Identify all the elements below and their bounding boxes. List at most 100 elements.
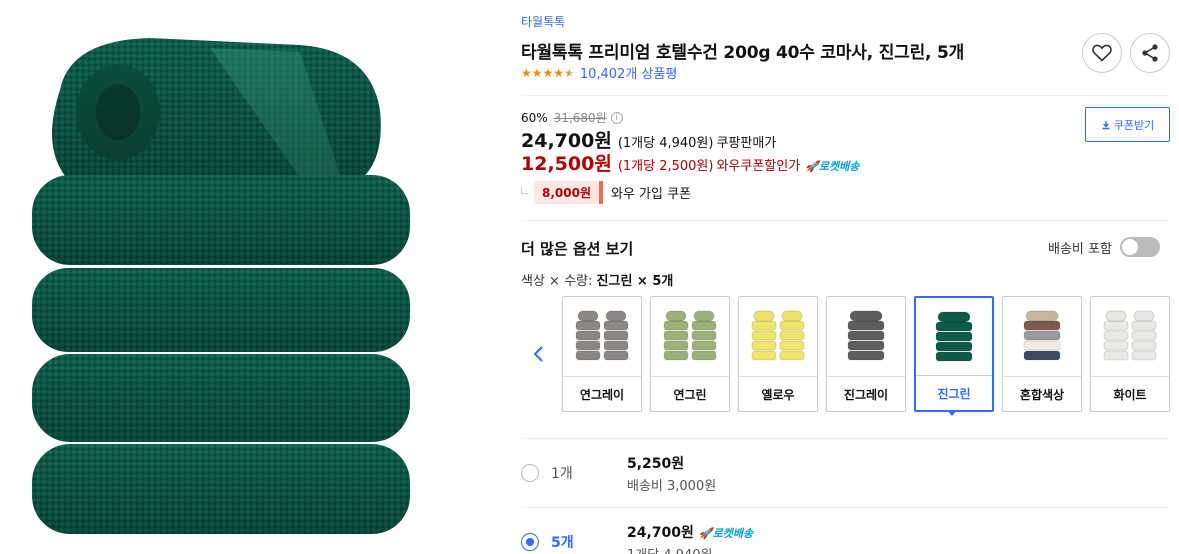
towel-fold: [847, 330, 885, 341]
towel-thumbnail-icon: [575, 310, 629, 361]
divider: [521, 95, 1169, 96]
towel-fold: [691, 350, 717, 361]
wow-price-row: 12,500원 (1개당 2,500원) 와우쿠폰할인가 🚀로켓배송: [521, 149, 859, 176]
wow-unit-price: (1개당 2,500원): [617, 159, 714, 174]
swatch-label: 옐로우: [739, 376, 817, 411]
wishlist-button[interactable]: [1082, 33, 1122, 73]
quantity-sub-info: 1개당 4,940원: [627, 544, 713, 554]
swatch-thumbnail: [739, 297, 817, 377]
towel-fold: [1131, 320, 1157, 331]
quantity-radio[interactable]: [521, 464, 539, 482]
share-button[interactable]: [1130, 33, 1170, 73]
towel-roll: [849, 310, 883, 322]
discount-row: 60% 31,680원 i: [521, 109, 623, 126]
towel-roll: [937, 311, 971, 323]
towel-fold: [691, 320, 717, 331]
toggle-knob: [1121, 239, 1138, 255]
swatch-option[interactable]: 진그레이: [826, 296, 906, 412]
towel-fold: [847, 350, 885, 361]
info-icon[interactable]: i: [610, 111, 623, 124]
divider: [521, 438, 1169, 439]
swatch-thumbnail: [916, 298, 992, 378]
quantity-price-value: 24,700원: [627, 525, 694, 541]
towel-fold: [1023, 330, 1061, 341]
towel-fold: [1131, 340, 1157, 351]
rocket-delivery-badge: 🚀로켓배송: [805, 158, 859, 174]
shipping-toggle[interactable]: [1119, 237, 1160, 257]
download-coupon-button[interactable]: 쿠폰받기: [1085, 107, 1170, 142]
towel-fold: [847, 340, 885, 351]
swatch-option[interactable]: 연그레이: [562, 296, 642, 412]
divider: [521, 220, 1169, 221]
towel-fold: [575, 330, 601, 341]
tree-connector: [521, 187, 528, 194]
review-count-link[interactable]: 10,402개 상품평: [580, 63, 677, 82]
towel-fold: [1023, 320, 1061, 331]
quantity-label: 5개: [551, 535, 574, 551]
original-price: 31,680원: [553, 111, 607, 125]
towel-stack-image: [32, 38, 410, 534]
swatch-option[interactable]: 화이트: [1090, 296, 1170, 412]
star-icon: ★: [521, 65, 532, 80]
towel-fold: [691, 340, 717, 351]
quantity-price-value: 5,250원: [627, 456, 685, 472]
towel-fold: [847, 320, 885, 331]
swatch-label: 혼합색상: [1003, 376, 1081, 411]
swatch-option[interactable]: 진그린: [914, 296, 994, 412]
swatch-label: 연그린: [651, 376, 729, 411]
towel-fold: [779, 330, 805, 341]
swatch-label: 진그레이: [827, 376, 905, 411]
towel-roll: [781, 310, 803, 322]
towel-fold: [1131, 350, 1157, 361]
divider: [521, 507, 1169, 508]
swatch-thumbnail: [827, 297, 905, 377]
towel-fold: [603, 350, 629, 361]
towel-roll: [577, 310, 599, 322]
product-image[interactable]: [0, 0, 440, 554]
quantity-radio[interactable]: [521, 533, 539, 551]
quantity-price: 5,250원: [627, 453, 684, 473]
rating-row[interactable]: ★ ★ ★ ★ ★ 10,402개 상품평: [521, 63, 677, 83]
towel-fold: [691, 330, 717, 341]
selected-option-prefix: 색상 × 수량:: [521, 274, 593, 289]
rocket-badge-text: 로켓배송: [712, 527, 754, 540]
quantity-price: 24,700원 🚀로켓배송: [627, 522, 753, 542]
swatch-prev-button[interactable]: [528, 340, 548, 368]
swatch-option[interactable]: 혼합색상: [1002, 296, 1082, 412]
towel-thumbnail-icon: [751, 310, 805, 361]
towel-fold: [751, 340, 777, 351]
download-coupon-label: 쿠폰받기: [1113, 118, 1155, 132]
rocket-delivery-badge: 🚀로켓배송: [699, 527, 753, 540]
product-title: 타월톡톡 프리미엄 호텔수건 200g 40수 코마사, 진그린, 5개: [521, 43, 965, 63]
towel-fold: [1103, 350, 1129, 361]
brand-link[interactable]: 타월톡톡: [521, 13, 565, 30]
towel-roll: [753, 310, 775, 322]
discount-rate: 60%: [521, 110, 548, 125]
towel-roll: [693, 310, 715, 322]
towel-fold: [779, 320, 805, 331]
towel-fold: [935, 341, 973, 352]
selected-option-summary: 색상 × 수량: 진그린 × 5개: [521, 270, 673, 289]
swatch-label: 화이트: [1091, 376, 1169, 411]
towel-fold: [751, 320, 777, 331]
rating-stars: ★ ★ ★ ★ ★: [521, 67, 575, 79]
towel-fold: [575, 320, 601, 331]
swatch-option[interactable]: 옐로우: [738, 296, 818, 412]
shipping-toggle-group: 배송비 포함: [1048, 237, 1160, 257]
towel-fold: [779, 350, 805, 361]
towel-fold: [1131, 330, 1157, 341]
share-icon: [1142, 44, 1158, 62]
rocket-badge-text: 로켓배송: [818, 160, 860, 173]
towel-thumbnail-icon: [847, 310, 885, 361]
rocket-icon: 🚀: [805, 160, 819, 173]
coupon-label: 와우 가입 쿠폰: [611, 187, 692, 202]
heart-icon: [1092, 44, 1112, 62]
towel-roll: [1105, 310, 1127, 322]
towel-fold: [603, 330, 629, 341]
towel-roll: [1025, 310, 1059, 322]
towel-fold: [935, 351, 973, 362]
active-swatch-pointer: [947, 410, 957, 416]
swatch-option[interactable]: 연그린: [650, 296, 730, 412]
towel-fold: [663, 320, 689, 331]
towel-fold: [603, 340, 629, 351]
